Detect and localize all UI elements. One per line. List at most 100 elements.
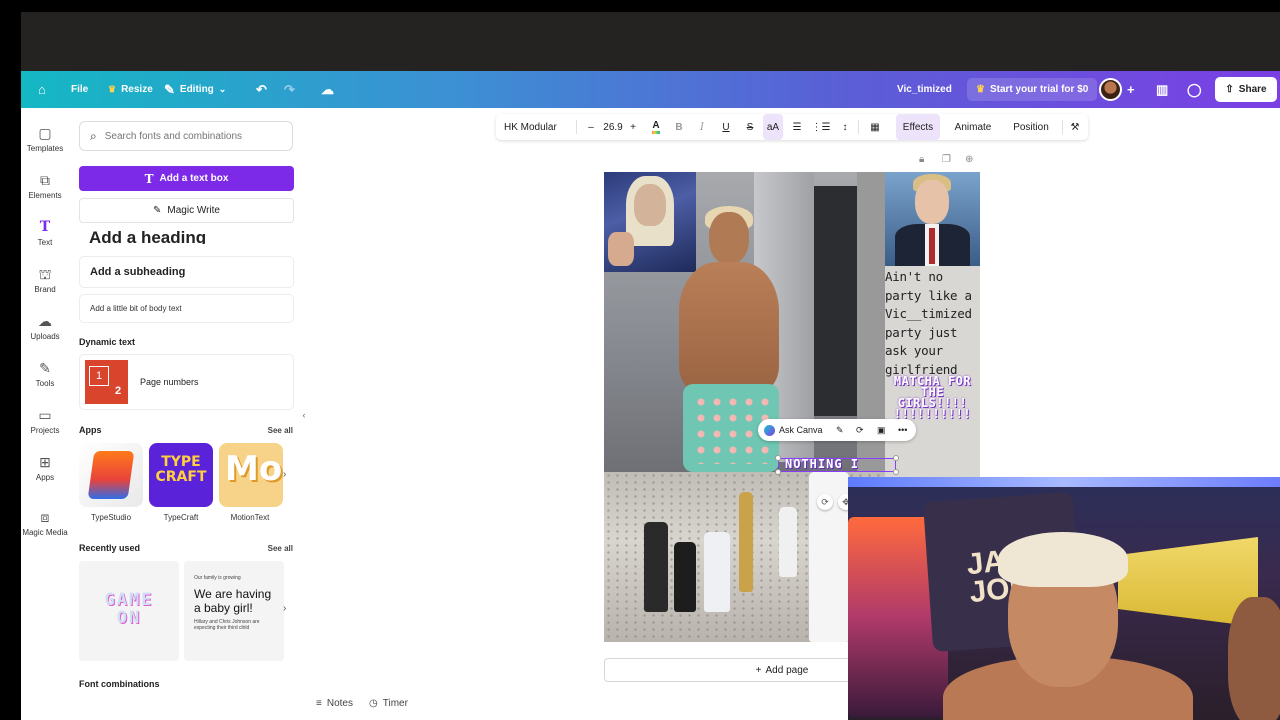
letter-case-button[interactable]: aA bbox=[763, 114, 783, 140]
notes-button[interactable]: ≡ Notes bbox=[316, 698, 353, 709]
decrease-font-size-button[interactable]: – bbox=[584, 114, 598, 140]
rail-label: Templates bbox=[26, 144, 64, 153]
add-heading-card[interactable]: Add a heading bbox=[79, 222, 294, 244]
share-button[interactable]: ⇧ Share bbox=[1215, 77, 1277, 102]
effects-button[interactable]: Effects bbox=[896, 114, 940, 140]
resize-handle[interactable] bbox=[775, 469, 781, 475]
strikethrough-button[interactable]: S bbox=[742, 114, 758, 140]
timer-icon: ◷ bbox=[369, 698, 378, 709]
position-label: Position bbox=[1013, 121, 1049, 133]
transparency-icon: ▦ bbox=[870, 121, 880, 133]
cloud-save-button[interactable]: ☁ bbox=[321, 71, 334, 108]
app-typestudio[interactable] bbox=[79, 443, 143, 507]
add-subheading-card[interactable]: Add a subheading bbox=[79, 256, 294, 288]
recent-see-all-link[interactable]: See all bbox=[268, 544, 293, 553]
recent-baby-template[interactable]: Our family is growing We are having a ba… bbox=[184, 561, 284, 661]
avatar[interactable] bbox=[1099, 78, 1122, 101]
portrait-photo[interactable] bbox=[885, 172, 980, 266]
bottle bbox=[779, 507, 797, 577]
alignment-button[interactable]: ☰ bbox=[788, 114, 806, 140]
rotate-button[interactable]: ⟳ bbox=[856, 419, 864, 441]
ask-canva-button[interactable]: Ask Canva bbox=[764, 419, 823, 441]
duplicate-page-icon[interactable]: ❐ bbox=[942, 154, 951, 165]
webcam-person-hair bbox=[998, 532, 1128, 587]
resize-handle[interactable] bbox=[893, 455, 899, 461]
rail-item-apps[interactable]: ⊞ Apps bbox=[21, 453, 69, 482]
elements-icon: ⧉ bbox=[40, 172, 50, 188]
add-text-box-button[interactable]: T Add a text box bbox=[79, 166, 294, 191]
transparency-button[interactable]: ▦ bbox=[864, 114, 886, 140]
rail-item-tools[interactable]: ✎ Tools bbox=[21, 359, 69, 388]
document-title[interactable]: Vic_timized bbox=[897, 71, 952, 108]
lock-page-icon[interactable]: 🔒︎ bbox=[919, 154, 924, 165]
underline-button[interactable]: U bbox=[718, 114, 734, 140]
magic-edit-button[interactable]: ✎ bbox=[836, 419, 844, 441]
add-body-card[interactable]: Add a little bit of body text bbox=[79, 294, 294, 323]
rail-item-text[interactable]: T Text bbox=[21, 218, 69, 247]
recent-scroll-chevron-icon[interactable]: › bbox=[283, 603, 286, 614]
search-input[interactable] bbox=[104, 130, 275, 142]
file-menu-button[interactable]: File bbox=[71, 71, 88, 108]
rail-item-magic-media[interactable]: ⧈ Magic Media bbox=[21, 508, 69, 537]
copy-style-button[interactable]: ⚒ bbox=[1066, 114, 1084, 140]
divider bbox=[1062, 120, 1063, 134]
resize-button[interactable]: ♛ Resize bbox=[108, 71, 153, 108]
comments-button[interactable]: ◯ bbox=[1187, 71, 1202, 108]
add-page-icon[interactable]: ⊕ bbox=[965, 154, 973, 165]
rotate-handle[interactable]: ⟳ bbox=[817, 494, 833, 510]
matcha-text[interactable]: MATCHA FOR THE GIRLS!!!! !!!!!!!!!! bbox=[885, 375, 980, 420]
animate-button[interactable]: Animate bbox=[948, 114, 998, 140]
italic-button[interactable]: I bbox=[694, 114, 710, 140]
app-label: TypeStudio bbox=[90, 513, 132, 522]
rail-item-elements[interactable]: ⧉ Elements bbox=[21, 171, 69, 200]
webcam-arm bbox=[1228, 597, 1280, 720]
resize-handle[interactable] bbox=[775, 455, 781, 461]
recent-game-on-template[interactable]: GAME ON bbox=[79, 561, 179, 661]
app-typecraft[interactable]: TYPE CRAFT bbox=[149, 443, 213, 507]
redo-button[interactable]: ↷ bbox=[284, 71, 295, 108]
uploads-icon: ☁ bbox=[38, 313, 52, 329]
undo-button[interactable]: ↶ bbox=[256, 71, 267, 108]
apps-scroll-chevron-icon[interactable]: › bbox=[283, 469, 286, 480]
text-color-icon: A bbox=[652, 120, 660, 134]
ask-canva-bar: Ask Canva ✎ ⟳ ▣ ••• bbox=[758, 419, 916, 441]
app-label: TypeCraft bbox=[163, 513, 199, 522]
lock-button[interactable]: ▣ bbox=[877, 419, 886, 441]
font-family-dropdown[interactable]: HK Modular bbox=[500, 114, 572, 140]
plus-icon: + bbox=[1127, 82, 1135, 97]
more-options-button[interactable]: ••• bbox=[898, 419, 907, 441]
rail-item-projects[interactable]: ▭ Projects bbox=[21, 406, 69, 435]
add-collaborator-button[interactable]: + bbox=[1127, 71, 1135, 108]
bold-button[interactable]: B bbox=[670, 114, 688, 140]
start-trial-button[interactable]: ♛ Start your trial for $0 bbox=[967, 78, 1098, 101]
bottle bbox=[674, 542, 696, 612]
page-numbers-card[interactable]: 1 2 Page numbers bbox=[79, 354, 294, 410]
apps-see-all-link[interactable]: See all bbox=[268, 426, 293, 435]
app-label: MotionText bbox=[230, 513, 270, 522]
magic-write-button[interactable]: ✎ Magic Write bbox=[79, 198, 294, 223]
font-search[interactable]: ⌕ bbox=[79, 121, 293, 151]
insights-button[interactable]: ▥ bbox=[1156, 71, 1168, 108]
app-motiontext[interactable]: Mo bbox=[219, 443, 283, 507]
page-numbers-label: Page numbers bbox=[140, 377, 199, 387]
list-button[interactable]: ⋮☰ bbox=[811, 114, 831, 140]
spacing-button[interactable]: ↕ bbox=[836, 114, 854, 140]
rail-label: Projects bbox=[30, 426, 60, 435]
editing-mode-button[interactable]: ✎ Editing ⌄ bbox=[164, 71, 226, 108]
rail-item-templates[interactable]: ▢ Templates bbox=[21, 124, 69, 153]
rail-item-brand[interactable]: ⛫ Brand bbox=[21, 265, 69, 294]
list-icon: ⋮☰ bbox=[811, 121, 831, 133]
timer-button[interactable]: ◷ Timer bbox=[369, 698, 408, 709]
home-button[interactable]: ⌂ bbox=[38, 71, 46, 108]
position-button[interactable]: Position bbox=[1006, 114, 1056, 140]
selected-text-box[interactable]: NOTHING I bbox=[775, 455, 899, 475]
add-page-label: Add page bbox=[765, 664, 809, 676]
quote-text[interactable]: Ain't no party like a Vic__timized party… bbox=[885, 268, 980, 379]
text-color-button[interactable]: A bbox=[646, 114, 666, 140]
increase-font-size-button[interactable]: + bbox=[626, 114, 640, 140]
photo-dark-panel bbox=[814, 186, 857, 416]
resize-handle[interactable] bbox=[893, 469, 899, 475]
font-size-input[interactable]: 26.9 bbox=[598, 114, 628, 140]
rail-item-uploads[interactable]: ☁ Uploads bbox=[21, 312, 69, 341]
underline-icon: U bbox=[722, 121, 730, 133]
